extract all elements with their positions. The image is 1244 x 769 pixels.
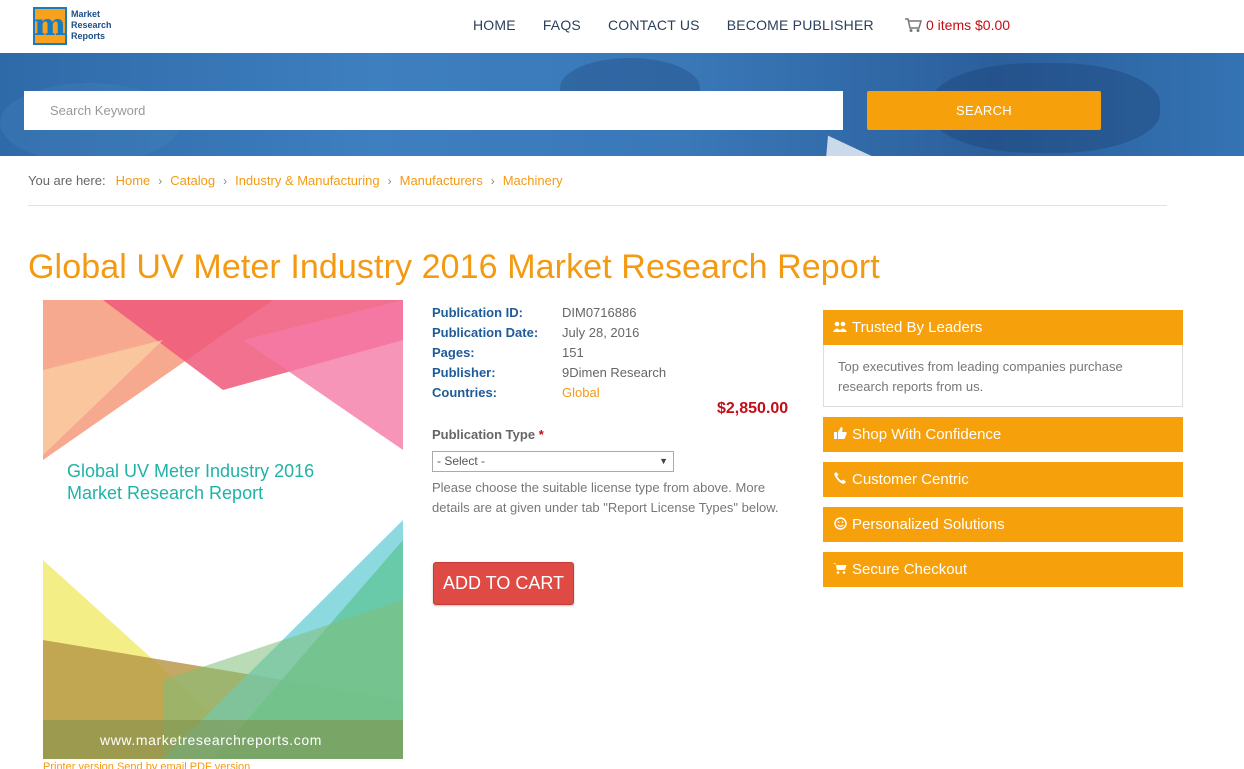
panel-header[interactable]: Trusted By Leaders <box>823 310 1183 345</box>
detail-row-publication-date: Publication Date: July 28, 2016 <box>432 322 666 342</box>
detail-key: Pages: <box>432 344 475 360</box>
chevron-right-icon: › <box>490 173 495 188</box>
nav-home[interactable]: HOME <box>473 16 516 34</box>
publication-details: Publication ID: DIM0716886 Publication D… <box>432 302 666 402</box>
detail-row-publication-id: Publication ID: DIM0716886 <box>432 302 666 322</box>
panel-header[interactable]: Customer Centric <box>823 462 1183 497</box>
nav-contact-us[interactable]: CONTACT US <box>608 16 700 34</box>
panel-header[interactable]: Personalized Solutions <box>823 507 1183 542</box>
logo-text: Market Research Reports <box>71 9 112 41</box>
search-banner: SEARCH <box>0 53 1244 156</box>
publication-type-label: Publication Type * <box>432 427 544 442</box>
panel-customer-centric: Customer Centric <box>823 462 1183 497</box>
detail-row-pages: Pages: 151 <box>432 342 666 362</box>
panel-title: Trusted By Leaders <box>852 319 983 336</box>
panel-personalized-solutions: Personalized Solutions <box>823 507 1183 542</box>
cart-summary[interactable]: 0 items $0.00 <box>904 17 1010 33</box>
chevron-right-icon: › <box>223 173 228 188</box>
panel-trusted-by-leaders: Trusted By Leaders Top executives from l… <box>823 310 1183 407</box>
panel-title: Personalized Solutions <box>852 516 1005 533</box>
breadcrumb-manufacturers[interactable]: Manufacturers <box>400 173 483 188</box>
smile-icon <box>832 516 848 533</box>
panel-shop-with-confidence: Shop With Confidence <box>823 417 1183 452</box>
nav-faqs[interactable]: FAQS <box>543 16 581 34</box>
panel-header[interactable]: Secure Checkout <box>823 552 1183 587</box>
search-button[interactable]: SEARCH <box>867 91 1101 130</box>
search-input[interactable] <box>24 91 843 130</box>
chevron-right-icon: › <box>387 173 392 188</box>
detail-row-countries: Countries: Global <box>432 382 666 402</box>
panel-secure-checkout: Secure Checkout <box>823 552 1183 587</box>
detail-key: Publisher: <box>432 364 496 380</box>
breadcrumb-machinery[interactable]: Machinery <box>503 173 563 188</box>
cover-title: Global UV Meter Industry 2016 Market Res… <box>67 461 315 503</box>
panel-title: Secure Checkout <box>852 561 968 578</box>
panel-title: Customer Centric <box>852 471 969 488</box>
detail-key: Publication ID: <box>432 304 523 320</box>
shopping-cart-icon <box>905 18 922 32</box>
thumbs-up-icon <box>832 427 848 442</box>
logo-mark: m <box>33 7 67 45</box>
report-cover-image: Global UV Meter Industry 2016 Market Res… <box>43 300 403 759</box>
panel-header[interactable]: Shop With Confidence <box>823 417 1183 452</box>
nav-become-publisher[interactable]: BECOME PUBLISHER <box>727 16 874 34</box>
phone-icon <box>832 472 848 487</box>
main-nav: HOME FAQS CONTACT US BECOME PUBLISHER <box>473 16 901 34</box>
site-header: m Market Research Reports HOME FAQS CONT… <box>0 0 1244 53</box>
page-title: Global UV Meter Industry 2016 Market Res… <box>28 248 880 286</box>
detail-key: Countries: <box>432 384 497 400</box>
print-email-pdf-links[interactable]: Printer version Send by email PDF versio… <box>43 761 250 769</box>
breadcrumb-industry-manufacturing[interactable]: Industry & Manufacturing <box>235 173 380 188</box>
panel-title: Shop With Confidence <box>852 426 1002 443</box>
detail-value: July 28, 2016 <box>562 324 640 340</box>
dropdown-arrow-icon: ▼ <box>659 456 668 466</box>
cover-artwork <box>43 300 403 759</box>
site-logo[interactable]: m Market Research Reports <box>33 7 115 45</box>
panel-body: Top executives from leading companies pu… <box>823 345 1183 407</box>
cover-url: www.marketresearchreports.com <box>100 732 323 748</box>
license-help-text: Please choose the suitable license type … <box>432 480 779 515</box>
breadcrumb-catalog[interactable]: Catalog <box>170 173 215 188</box>
detail-key: Publication Date: <box>432 324 539 340</box>
detail-row-publisher: Publisher: 9Dimen Research <box>432 362 666 382</box>
required-mark: * <box>538 427 544 442</box>
detail-value: 151 <box>562 344 584 360</box>
users-icon <box>832 320 848 335</box>
price: $2,850.00 <box>717 400 789 417</box>
breadcrumb-home[interactable]: Home <box>116 173 151 188</box>
select-value: - Select - <box>437 454 486 468</box>
chevron-right-icon: › <box>158 173 163 188</box>
cart-text: 0 items $0.00 <box>926 17 1011 33</box>
countries-link[interactable]: Global <box>562 385 600 400</box>
breadcrumb-label: You are here: <box>28 173 106 188</box>
cart-icon <box>832 562 848 577</box>
breadcrumb: You are here: Home › Catalog › Industry … <box>28 173 563 188</box>
publication-type-select[interactable]: - Select - ▼ <box>432 451 674 472</box>
divider <box>28 205 1167 206</box>
detail-value: 9Dimen Research <box>562 364 667 380</box>
add-to-cart-button[interactable]: ADD TO CART <box>433 562 574 605</box>
detail-value: DIM0716886 <box>562 304 637 320</box>
